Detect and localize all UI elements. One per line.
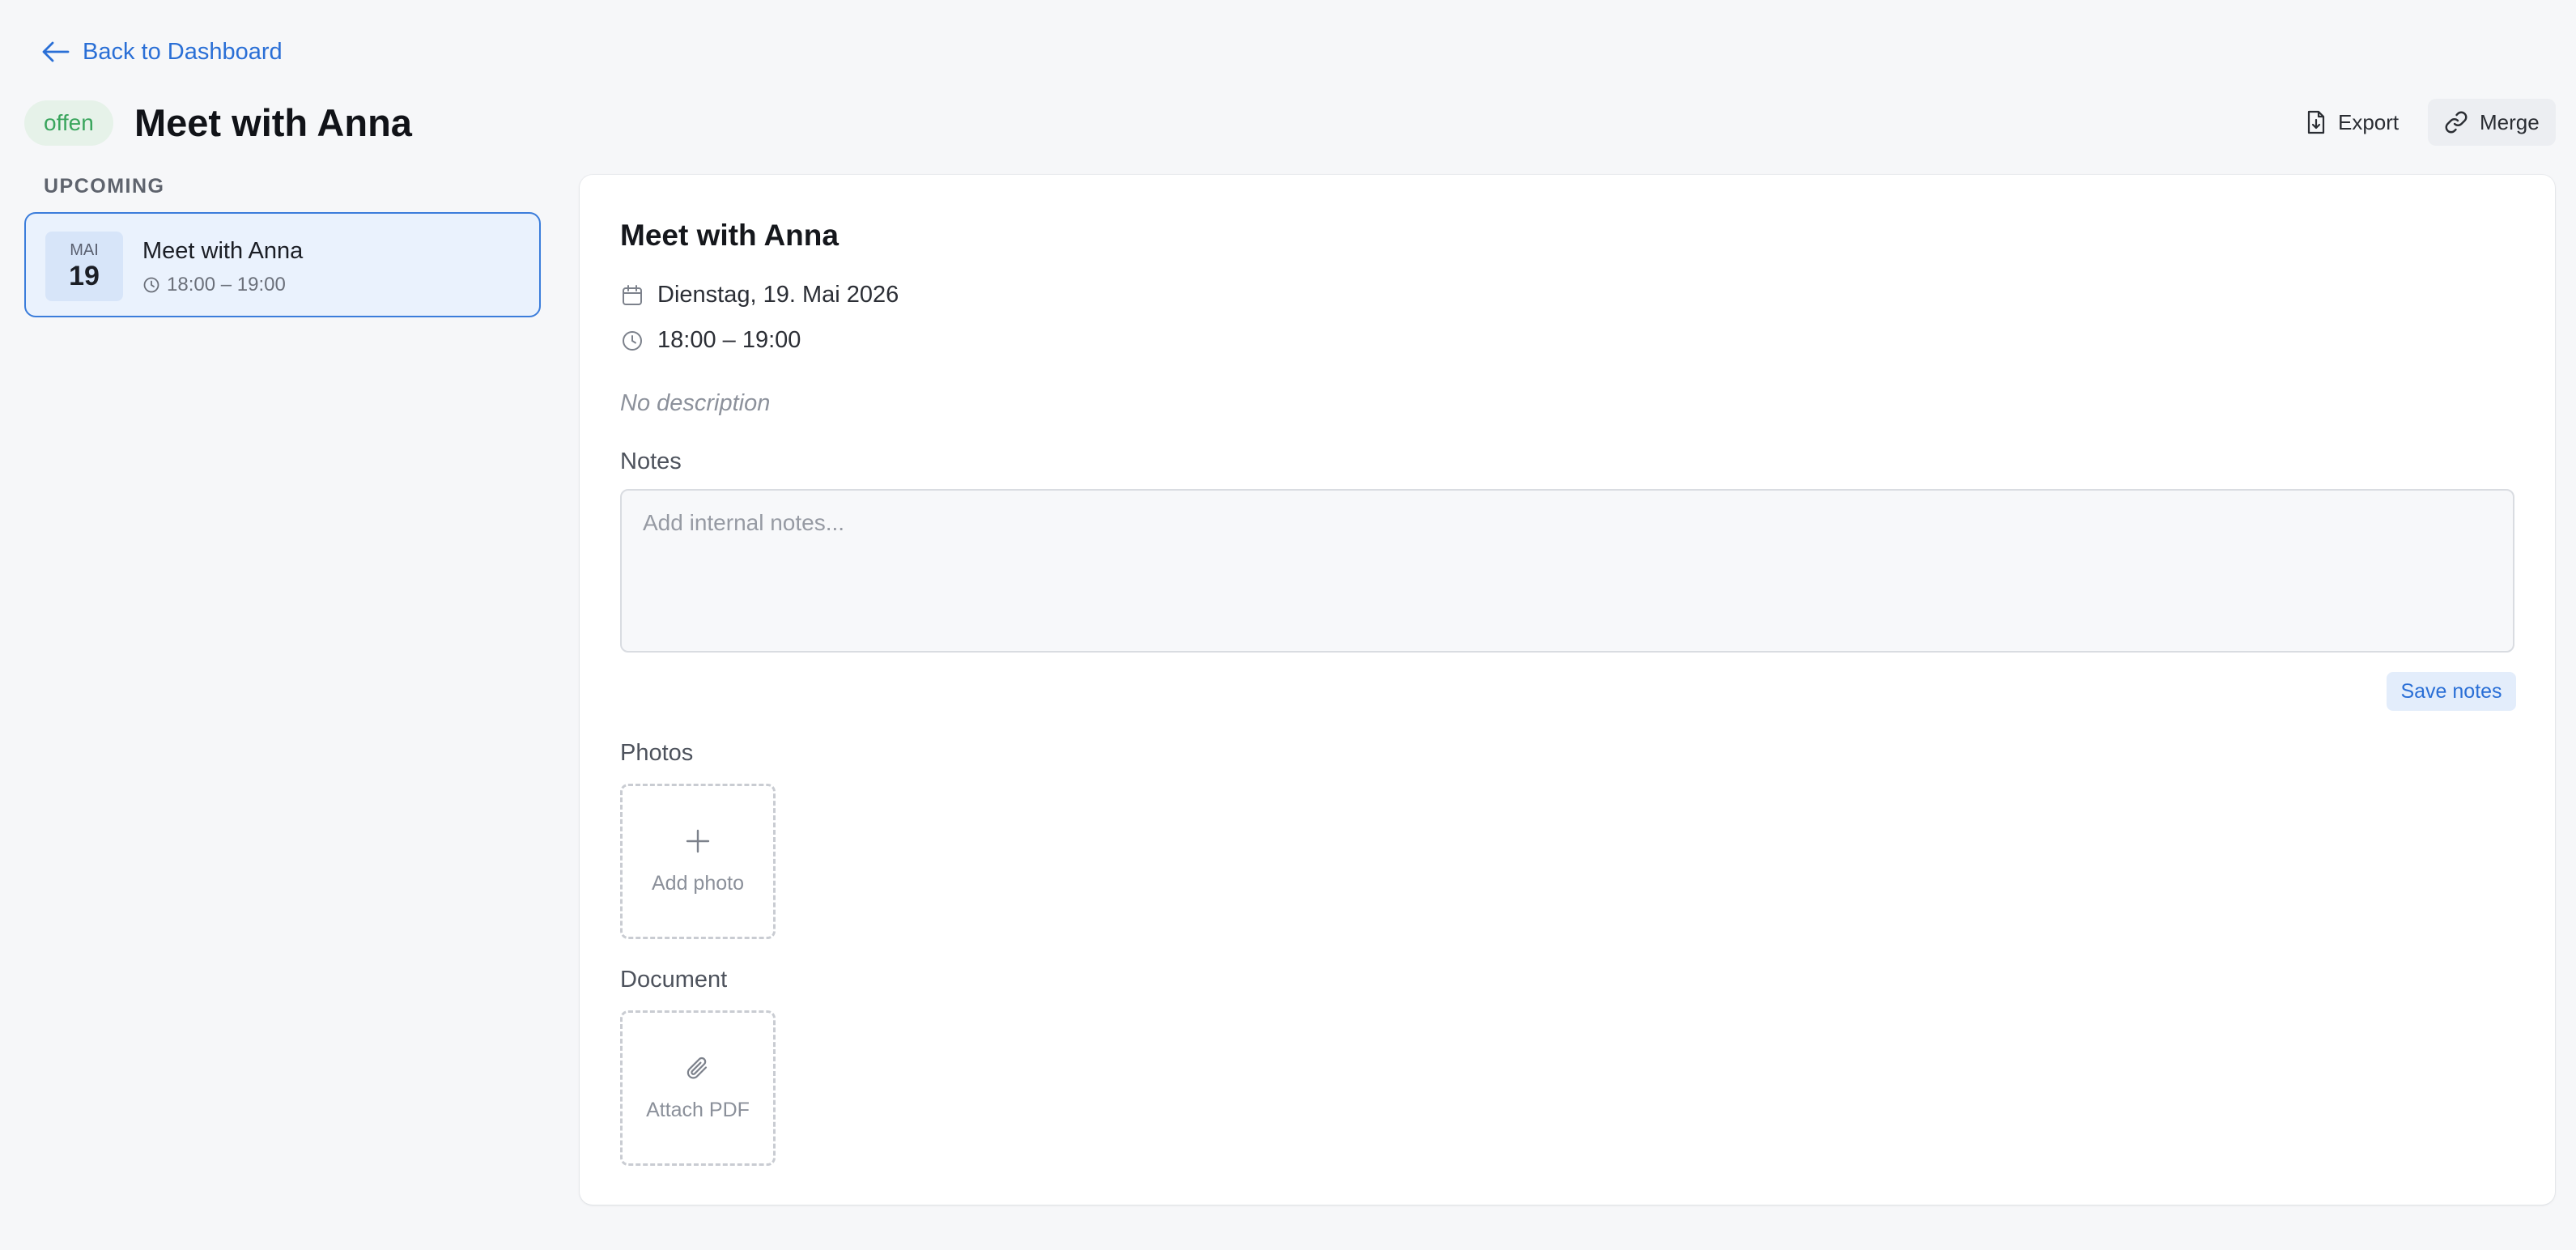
event-card-time: 18:00 – 19:00 — [167, 274, 286, 295]
date-tile: MAI 19 — [45, 232, 123, 301]
event-description: No description — [620, 390, 771, 416]
date-month: MAI — [70, 241, 99, 259]
event-time: 18:00 – 19:00 — [657, 327, 801, 353]
photos-label: Photos — [620, 740, 694, 766]
attach-pdf-label: Attach PDF — [646, 1099, 750, 1121]
event-card-time-row: 18:00 – 19:00 — [142, 274, 286, 296]
notes-label: Notes — [620, 449, 682, 474]
back-link-label: Back to Dashboard — [83, 38, 283, 65]
page-title: Meet with Anna — [134, 101, 412, 144]
add-photo-label: Add photo — [652, 872, 744, 895]
paperclip-icon — [623, 1055, 773, 1082]
attach-pdf-button[interactable]: Attach PDF — [620, 1010, 776, 1166]
event-date-row: Dienstag, 19. Mai 2026 — [620, 282, 899, 308]
back-to-dashboard-link[interactable]: Back to Dashboard — [40, 34, 283, 70]
calendar-icon — [620, 283, 644, 308]
event-time-row: 18:00 – 19:00 — [620, 327, 801, 354]
clock-icon — [142, 276, 160, 294]
file-export-icon — [2306, 110, 2327, 134]
clock-icon — [620, 329, 644, 353]
link-icon — [2444, 110, 2468, 134]
document-label: Document — [620, 967, 728, 993]
event-card-selected[interactable]: MAI 19 Meet with Anna 18:00 – 19:00 — [24, 212, 541, 317]
event-detail-panel: Meet with Anna Dienstag, 19. Mai 2026 18… — [580, 175, 2555, 1205]
plus-icon — [623, 828, 773, 854]
status-badge: offen — [24, 100, 113, 146]
date-day: 19 — [69, 261, 100, 291]
upcoming-section-label: UPCOMING — [44, 175, 165, 198]
merge-label: Merge — [2480, 109, 2540, 134]
export-button[interactable]: Export — [2289, 99, 2415, 146]
arrow-left-icon — [40, 40, 70, 64]
detail-title: Meet with Anna — [620, 219, 839, 252]
add-photo-button[interactable]: Add photo — [620, 784, 776, 939]
notes-textarea[interactable] — [620, 489, 2514, 653]
event-card-title: Meet with Anna — [142, 238, 304, 264]
export-label: Export — [2338, 109, 2400, 134]
merge-button[interactable]: Merge — [2428, 99, 2556, 146]
save-notes-button[interactable]: Save notes — [2387, 672, 2516, 711]
event-date: Dienstag, 19. Mai 2026 — [657, 282, 899, 308]
